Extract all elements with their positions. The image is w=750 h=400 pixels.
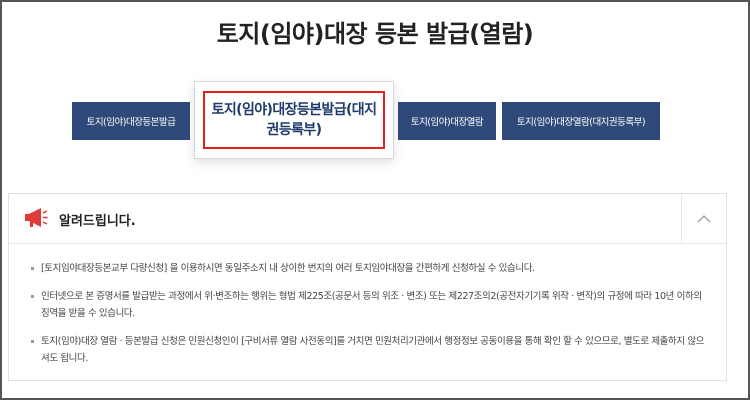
tab-land-register-issue[interactable]: 토지(임야)대장등본발급	[72, 102, 190, 140]
tab-land-register-view[interactable]: 토지(임야)대장열람	[398, 102, 496, 140]
notice-item: 인터넷으로 본 증명서를 발급받는 과정에서 위·변조하는 행위는 형법 제22…	[31, 288, 711, 322]
page-title: 토지(임야)대장 등본 발급(열람)	[216, 20, 534, 48]
notice-collapse-button[interactable]	[681, 194, 726, 244]
notice-list: [토지임야대장등본교부 다량신청] 을 이용하시면 동일주소지 내 상이한 번지…	[31, 260, 711, 378]
tab-active-label: 토지(임야)대장등본발급(대지권등록부)	[203, 91, 385, 149]
tab-land-register-issue-site-rights[interactable]: 토지(임야)대장등본발급(대지권등록부)	[194, 81, 394, 159]
notice-panel: 알려드립니다. [토지임야대장등본교부 다량신청] 을 이용하시면 동일주소지 …	[8, 193, 727, 381]
megaphone-icon	[25, 208, 48, 227]
notice-header: 알려드립니다.	[9, 194, 726, 244]
chevron-up-icon	[697, 215, 711, 223]
notice-item: 토지(임야)대장 열람 · 등본발급 신청은 민원신청인이 [구비서류 열람 사…	[31, 333, 711, 367]
tab-land-register-view-site-rights[interactable]: 토지(임야)대장열람(대지권등록부)	[502, 102, 660, 140]
notice-title: 알려드립니다.	[59, 214, 136, 229]
notice-item: [토지임야대장등본교부 다량신청] 을 이용하시면 동일주소지 내 상이한 번지…	[31, 260, 711, 277]
